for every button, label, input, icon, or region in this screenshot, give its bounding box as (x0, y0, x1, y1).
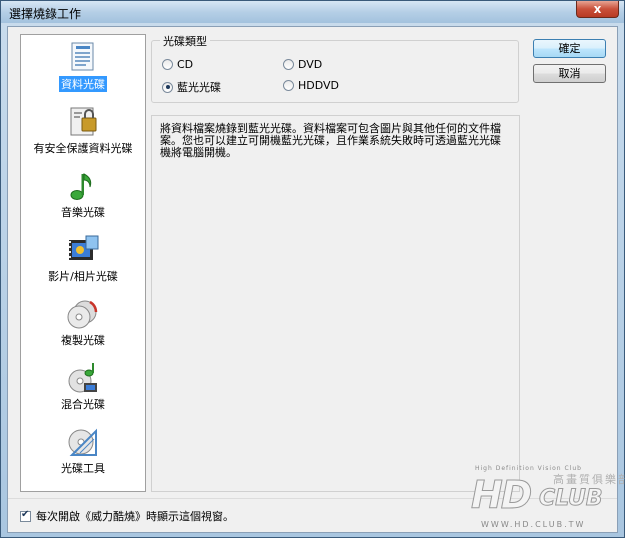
watermark-logo-hd: HD (470, 473, 532, 518)
film-photo-icon (69, 235, 99, 260)
disc-tools-icon (68, 428, 97, 456)
cancel-button[interactable]: 取消 (533, 64, 606, 83)
radio-cd[interactable]: CD (162, 58, 193, 71)
radio-button[interactable] (283, 80, 294, 91)
radio-hddvd[interactable]: HDDVD (283, 79, 339, 92)
disc-type-group: 光碟類型 CD DVD 藍光光碟 HDDVD (151, 33, 519, 103)
hdclub-watermark: High Definition Vision Club HD CLUB 高畫質俱… (469, 459, 625, 531)
checkmark-icon: ✔ (21, 508, 30, 520)
sidebar-item-music-disc[interactable]: 音樂光碟 (21, 169, 145, 220)
radio-label: CD (177, 58, 194, 71)
secure-data-disc-icon (70, 107, 97, 136)
radio-label: HDDVD (298, 79, 340, 92)
sidebar-item-label: 混合光碟 (61, 398, 105, 411)
sidebar-item-label: 資料光碟 (59, 76, 107, 92)
window-title: 選擇燒錄工作 (9, 7, 82, 21)
title-bar[interactable]: 選擇燒錄工作 x (1, 1, 624, 23)
sidebar-item-label: 音樂光碟 (61, 206, 105, 219)
radio-button[interactable] (283, 59, 294, 70)
ok-button[interactable]: 確定 (533, 39, 606, 58)
music-note-icon (70, 173, 92, 200)
watermark-url: WWW.HD.CLUB.TW (481, 520, 586, 529)
radio-bluray[interactable]: 藍光光碟 (162, 79, 221, 95)
watermark-logo-club: CLUB (539, 486, 604, 512)
show-on-start-checkbox[interactable]: ✔ (20, 508, 31, 522)
task-sidebar: 資料光碟 有安全保護資料光碟 音樂光碟 影片/相片光碟 複製光碟 混合光碟 光碟… (20, 34, 146, 492)
mixed-disc-icon (68, 363, 97, 393)
radio-dvd[interactable]: DVD (283, 58, 322, 71)
disc-type-legend: 光碟類型 (160, 33, 210, 49)
sidebar-item-label: 有安全保護資料光碟 (33, 142, 133, 155)
radio-label: 藍光光碟 (177, 81, 221, 94)
sidebar-item-video-photo-disc[interactable]: 影片/相片光碟 (21, 233, 145, 284)
close-button[interactable]: x (576, 1, 619, 18)
sidebar-item-disc-tools[interactable]: 光碟工具 (21, 425, 145, 476)
sidebar-item-label: 光碟工具 (61, 462, 105, 475)
show-on-start-option[interactable]: ✔ 每次開啟《威力酷燒》時顯示這個視窗。 (20, 508, 234, 524)
close-icon: x (593, 2, 602, 16)
data-disc-icon (71, 42, 94, 71)
sidebar-item-secure-data-disc[interactable]: 有安全保護資料光碟 (21, 105, 145, 156)
burn-task-dialog: 選擇燒錄工作 x 資料光碟 有安全保護資料光碟 音樂光碟 影片/相片光碟 複製光… (0, 0, 625, 538)
watermark-chinese: 高畫質俱樂部 (553, 473, 625, 486)
dialog-client-area: 資料光碟 有安全保護資料光碟 音樂光碟 影片/相片光碟 複製光碟 混合光碟 光碟… (7, 26, 618, 533)
task-description: 將資料檔案燒錄到藍光光碟。資料檔案可包含圖片與其他任何的文件檔案。您也可以建立可… (151, 115, 520, 492)
description-text: 將資料檔案燒錄到藍光光碟。資料檔案可包含圖片與其他任何的文件檔案。您也可以建立可… (160, 122, 501, 159)
copy-disc-icon (67, 300, 98, 329)
show-on-start-label: 每次開啟《威力酷燒》時顯示這個視窗。 (36, 510, 234, 523)
radio-button[interactable] (162, 59, 173, 70)
sidebar-item-label: 複製光碟 (61, 334, 105, 347)
radio-button[interactable] (162, 81, 173, 93)
radio-label: DVD (298, 58, 323, 71)
sidebar-item-data-disc[interactable]: 資料光碟 (21, 41, 145, 92)
sidebar-item-copy-disc[interactable]: 複製光碟 (21, 297, 145, 348)
sidebar-item-mixed-disc[interactable]: 混合光碟 (21, 361, 145, 412)
sidebar-item-label: 影片/相片光碟 (48, 270, 118, 283)
